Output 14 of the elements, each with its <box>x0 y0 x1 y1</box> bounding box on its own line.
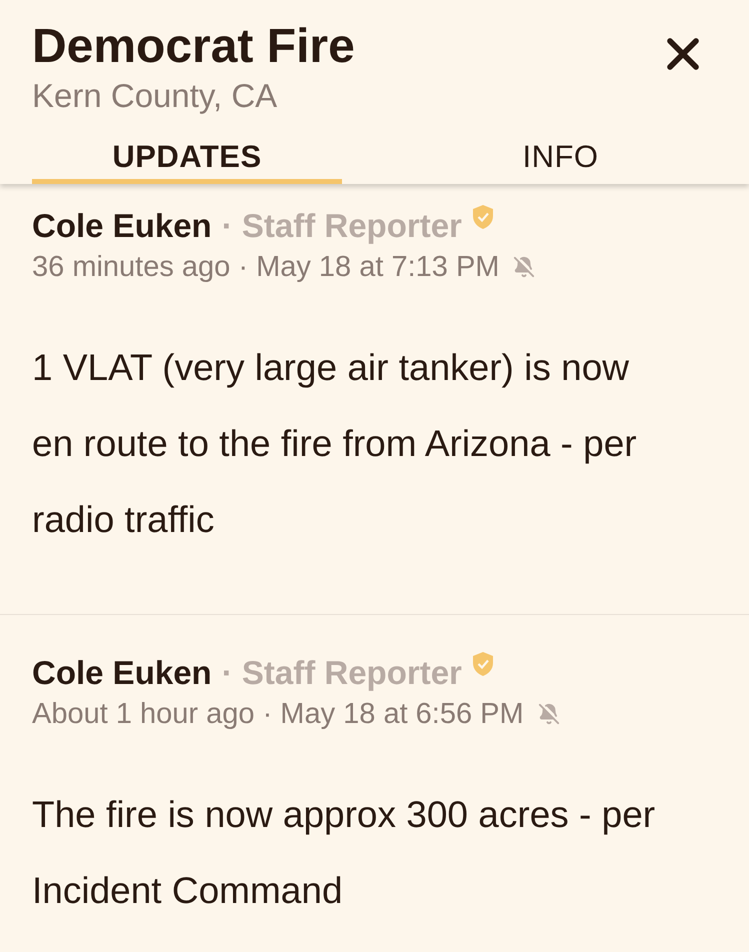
update-text: The fire is now approx 300 acres - per Incident Command <box>32 793 656 913</box>
author-role: · Staff Reporter <box>222 206 462 246</box>
bell-off-icon[interactable] <box>538 703 560 725</box>
author-name: Cole Euken <box>32 653 212 693</box>
post-time: About 1 hour ago · May 18 at 6:56 PM <box>32 697 524 732</box>
fire-title: Democrat Fire <box>32 19 355 75</box>
author-role: · Staff Reporter <box>222 653 462 693</box>
tab[interactable]: INFO <box>342 134 749 184</box>
bell-off-icon[interactable] <box>513 256 536 278</box>
post-time: 36 minutes ago · May 18 at 7:13 PM <box>32 250 500 285</box>
author-name: Cole Euken <box>32 206 212 246</box>
update-text: 1 VLAT (very large air tanker) is now en route to the fire from Arizona - per radio traffic <box>32 346 638 542</box>
location-subtitle: Kern County, CA <box>32 76 278 116</box>
tab[interactable]: UPDATES <box>32 134 342 184</box>
